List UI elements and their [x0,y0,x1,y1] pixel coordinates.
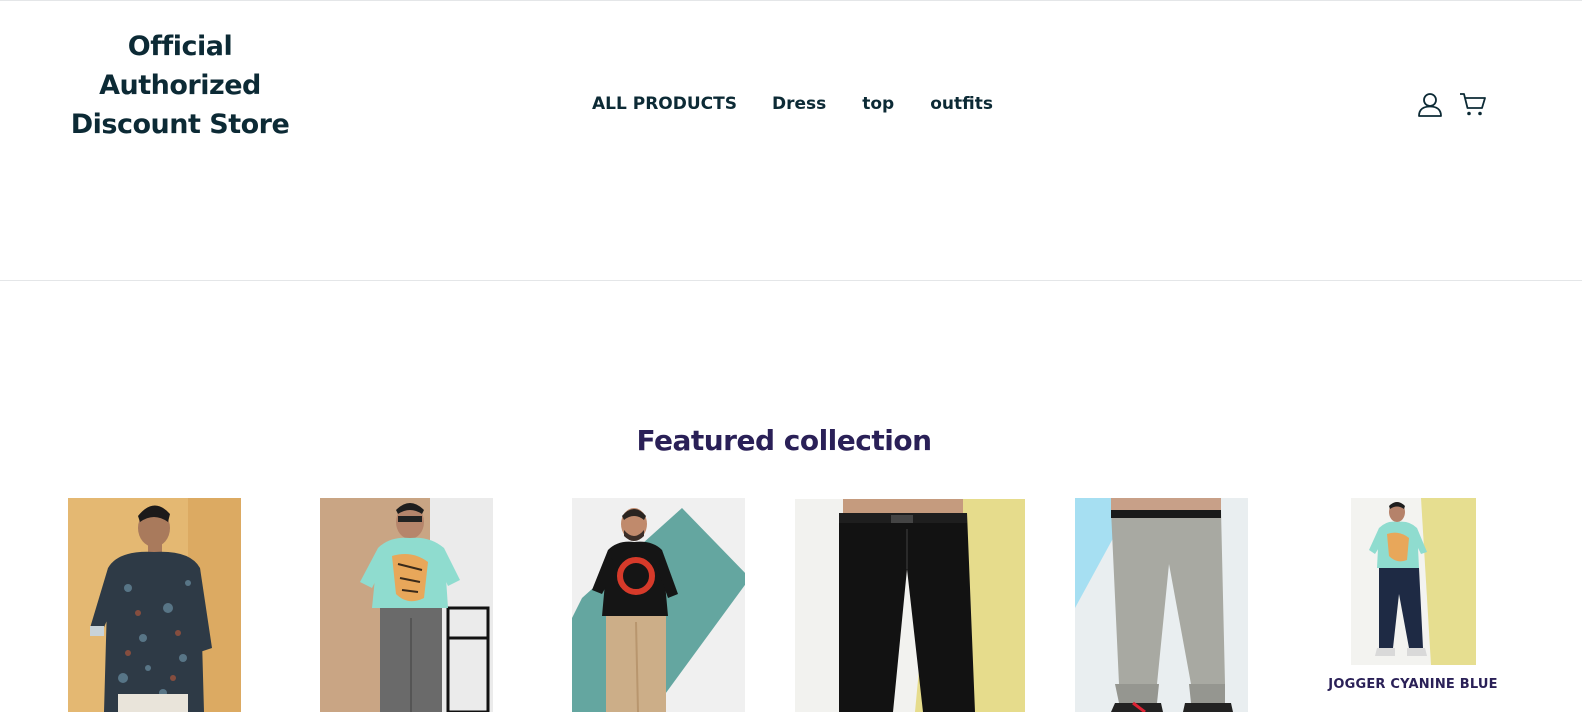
cart-icon [1460,93,1486,116]
product-image [1075,498,1248,712]
main-nav: ALL PRODUCTS Dress top outfits [592,91,993,117]
nav-outfits[interactable]: outfits [930,91,993,117]
product-image [795,499,1025,712]
product-title[interactable]: JOGGER CYANINE BLUE [1316,677,1510,692]
product-image [1351,498,1476,665]
user-icon [1418,93,1442,117]
featured-collection-title: Featured collection [636,424,932,457]
product-image [68,498,241,712]
nav-dress[interactable]: Dress [772,91,826,117]
product-image [572,498,745,712]
cart-button[interactable] [1459,91,1487,117]
account-button[interactable] [1417,91,1443,117]
nav-top[interactable]: top [862,91,894,117]
site-header: Official Authorized Discount Store ALL P… [0,1,1582,281]
nav-all-products[interactable]: ALL PRODUCTS [592,91,737,117]
product-image [320,498,493,712]
store-logo[interactable]: Official Authorized Discount Store [60,27,300,144]
